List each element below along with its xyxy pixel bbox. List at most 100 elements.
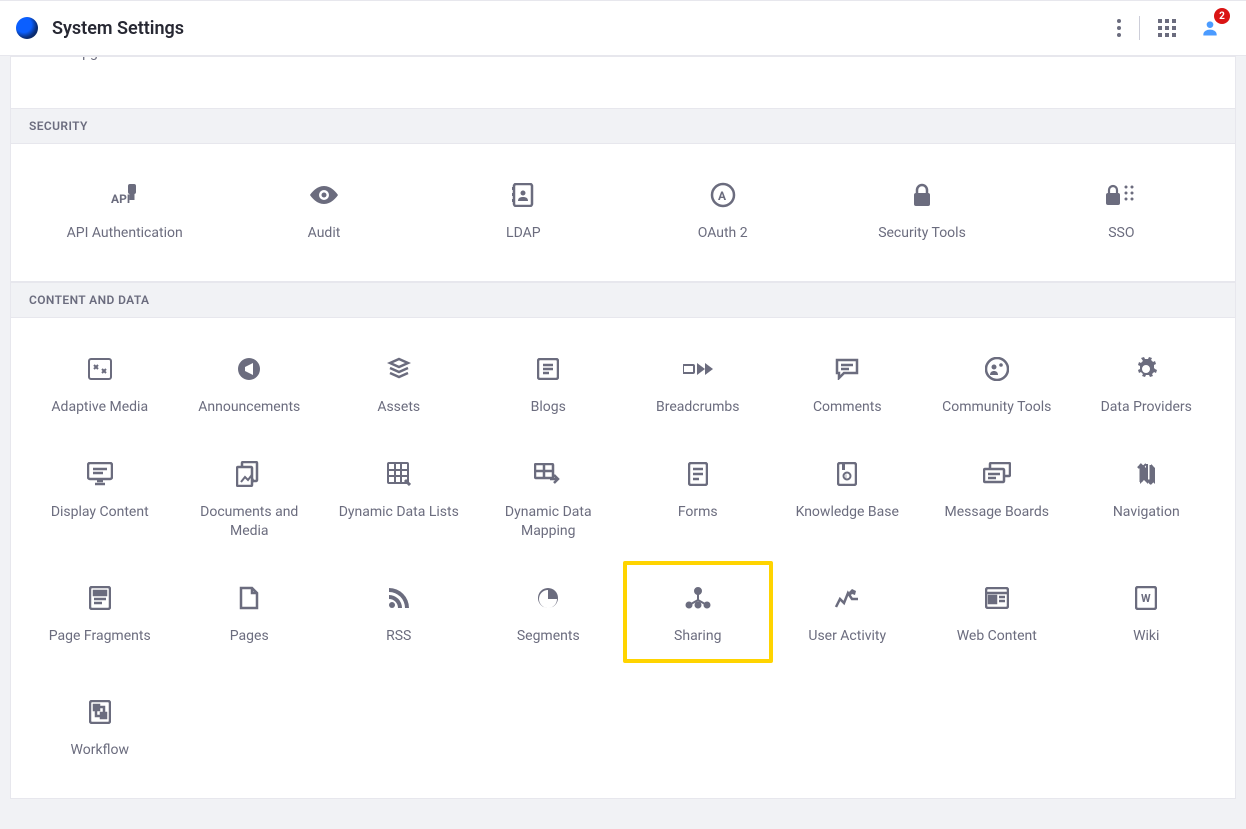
card-blogs[interactable]: Blogs (474, 342, 624, 425)
card-label: Display Content (51, 503, 149, 522)
card-label: Sharing (674, 627, 721, 646)
card-label: OAuth 2 (698, 224, 748, 243)
content-area: Upgrades Users Web API SECURITY API API … (0, 56, 1246, 829)
workflow-icon (89, 693, 111, 731)
kebab-menu-icon[interactable] (1117, 19, 1121, 37)
card-navigation[interactable]: Navigation (1072, 447, 1222, 549)
card-label: Documents and Media (185, 503, 315, 541)
card-label: RSS (386, 627, 411, 646)
card-label: Segments (517, 627, 580, 646)
card-ldap[interactable]: LDAP (424, 168, 623, 251)
previous-section-row: Upgrades Users Web API (10, 56, 1236, 108)
topbar: System Settings 2 (0, 0, 1246, 56)
api-auth-icon: API (111, 176, 139, 214)
card-forms[interactable]: Forms (623, 447, 773, 549)
card-segments[interactable]: Segments (474, 571, 624, 664)
segments-icon (537, 579, 559, 617)
forms-icon (688, 455, 708, 493)
comments-icon (835, 350, 859, 388)
card-label: User Activity (808, 627, 886, 646)
card-label: Pages (230, 627, 269, 646)
card-label: LDAP (506, 224, 541, 243)
community-tools-icon (985, 350, 1009, 388)
card-audit[interactable]: Audit (224, 168, 423, 251)
card-announcements[interactable]: Announcements (175, 342, 325, 425)
card-sharing[interactable]: Sharing (623, 561, 773, 664)
card-display-content[interactable]: Display Content (25, 447, 175, 549)
card-label: Data Providers (1101, 398, 1192, 417)
sharing-icon (685, 579, 711, 617)
lock-icon (912, 176, 932, 214)
card-sso[interactable]: SSO (1022, 168, 1221, 251)
card-label: SSO (1108, 224, 1134, 243)
web-content-icon (985, 579, 1009, 617)
wiki-icon: W (1135, 579, 1157, 617)
dynamic-data-mapping-icon (534, 455, 562, 493)
prev-item-users[interactable]: Users (239, 56, 275, 61)
page-fragments-icon (89, 579, 111, 617)
user-avatar[interactable]: 2 (1194, 12, 1226, 44)
page-title: System Settings (52, 18, 184, 39)
card-label: Comments (813, 398, 882, 417)
card-data-providers[interactable]: Data Providers (1072, 342, 1222, 425)
card-adaptive-media[interactable]: Adaptive Media (25, 342, 175, 425)
card-label: Wiki (1133, 627, 1159, 646)
card-security-tools[interactable]: Security Tools (822, 168, 1021, 251)
section-body-content: Adaptive Media Announcements Assets Blogs Br… (10, 318, 1236, 799)
card-breadcrumbs[interactable]: Breadcrumbs (623, 342, 773, 425)
card-label: Dynamic Data Mapping (484, 503, 614, 541)
navigation-icon (1134, 455, 1158, 493)
address-book-icon (512, 176, 534, 214)
card-label: Message Boards (944, 503, 1049, 522)
card-pages[interactable]: Pages (175, 571, 325, 664)
adaptive-media-icon (88, 350, 112, 388)
card-label: Security Tools (878, 224, 966, 243)
section-body-security: API API Authentication Audit LDAP A (10, 144, 1236, 282)
card-label: Page Fragments (49, 627, 151, 646)
card-user-activity[interactable]: User Activity (773, 571, 923, 664)
data-providers-icon (1134, 350, 1158, 388)
card-assets[interactable]: Assets (324, 342, 474, 425)
card-documents-media[interactable]: Documents and Media (175, 447, 325, 549)
card-knowledge-base[interactable]: iKnowledge Base (773, 447, 923, 549)
card-rss[interactable]: RSS (324, 571, 474, 664)
card-label: Assets (377, 398, 420, 417)
prev-item-upgrades[interactable]: Upgrades (73, 56, 132, 61)
card-label: Breadcrumbs (656, 398, 739, 417)
dynamic-data-lists-icon (387, 455, 411, 493)
svg-text:API: API (111, 192, 130, 206)
section-heading-content: CONTENT AND DATA (10, 282, 1236, 318)
card-wiki[interactable]: W Wiki (1072, 571, 1222, 664)
rss-icon (388, 579, 410, 617)
card-community-tools[interactable]: Community Tools (922, 342, 1072, 425)
display-content-icon (87, 455, 113, 493)
svg-text:A: A (718, 189, 727, 203)
oauth-icon: A (710, 176, 736, 214)
card-dynamic-data-lists[interactable]: Dynamic Data Lists (324, 447, 474, 549)
card-label: Adaptive Media (51, 398, 148, 417)
card-web-content[interactable]: Web Content (922, 571, 1072, 664)
knowledge-base-icon: i (837, 455, 857, 493)
svg-text:W: W (1141, 592, 1151, 605)
announcements-icon (237, 350, 261, 388)
card-dynamic-data-mapping[interactable]: Dynamic Data Mapping (474, 447, 624, 549)
prev-item-web-api[interactable]: Web API (377, 56, 430, 61)
card-label: Forms (678, 503, 718, 522)
documents-media-icon (236, 455, 262, 493)
notification-badge: 2 (1214, 8, 1230, 24)
apps-grid-icon[interactable] (1158, 19, 1176, 37)
card-comments[interactable]: Comments (773, 342, 923, 425)
card-workflow[interactable]: Workflow (25, 685, 175, 768)
card-message-boards[interactable]: Message Boards (922, 447, 1072, 549)
card-label: Blogs (531, 398, 566, 417)
message-boards-icon (983, 455, 1011, 493)
app-logo[interactable] (16, 17, 38, 39)
card-label: Audit (308, 224, 341, 243)
card-api-authentication[interactable]: API API Authentication (25, 168, 224, 251)
card-page-fragments[interactable]: Page Fragments (25, 571, 175, 664)
card-label: API Authentication (67, 224, 183, 243)
sso-icon (1106, 176, 1136, 214)
card-oauth2[interactable]: A OAuth 2 (623, 168, 822, 251)
card-label: Community Tools (942, 398, 1051, 417)
divider (1139, 16, 1140, 40)
